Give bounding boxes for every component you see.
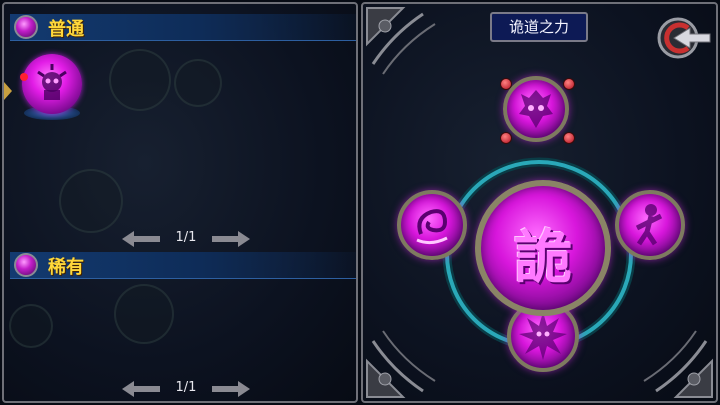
skill-orb-right[interactable]	[615, 190, 685, 260]
panel-title-badge: 诡道之力	[490, 12, 588, 42]
section-title: 稀有	[48, 257, 84, 278]
background-emblem	[109, 49, 171, 111]
page-indicator: 1/1	[175, 230, 197, 245]
corner-ornament-icon	[643, 330, 713, 398]
section-header-common: 普通	[10, 14, 356, 41]
warrior-figure-icon	[635, 204, 663, 246]
page-indicator: 1/1	[175, 380, 197, 395]
page-next-arrow-icon[interactable]	[212, 381, 250, 397]
pager-rare: 1/1	[122, 380, 250, 398]
common-orb-icon	[14, 15, 38, 39]
swirl-wind-icon	[416, 209, 448, 245]
demon-skull-icon	[37, 64, 67, 100]
selection-arrow-icon	[4, 82, 12, 100]
pager-common: 1/1	[122, 230, 250, 248]
guidao-power-panel: 诡道之力 詭	[361, 2, 718, 403]
rare-orb-icon	[14, 253, 38, 277]
page-next-arrow-icon[interactable]	[212, 231, 250, 247]
demon-mask-icon	[519, 90, 553, 128]
section-header-rare: 稀有	[10, 252, 356, 279]
core-glyph: 詭	[513, 223, 572, 291]
corner-ornament-icon	[366, 330, 436, 398]
background-emblem	[59, 169, 123, 233]
orb-gem	[563, 78, 575, 90]
demon-skull-orb-icon	[22, 54, 82, 114]
panel-title: 诡道之力	[508, 18, 569, 36]
skill-orb-top[interactable]	[503, 76, 569, 142]
background-emblem	[174, 59, 222, 107]
orb-gem	[500, 78, 512, 90]
orb-gem	[563, 132, 575, 144]
skill-orb-left[interactable]	[397, 190, 467, 260]
page-prev-arrow-icon[interactable]	[122, 231, 160, 247]
page-prev-arrow-icon[interactable]	[122, 381, 160, 397]
corner-ornament-icon	[366, 7, 436, 75]
alert-dot	[20, 73, 28, 81]
background-emblem	[114, 284, 174, 344]
section-title: 普通	[48, 19, 84, 40]
skill-list-panel: 普通 1/1 稀有 1/1	[2, 2, 358, 403]
background-emblem	[9, 304, 53, 348]
orb-gem	[500, 132, 512, 144]
skill-item-slot[interactable]	[20, 54, 84, 126]
back-button[interactable]	[656, 16, 712, 62]
core-skill-orb[interactable]: 詭	[475, 180, 611, 316]
